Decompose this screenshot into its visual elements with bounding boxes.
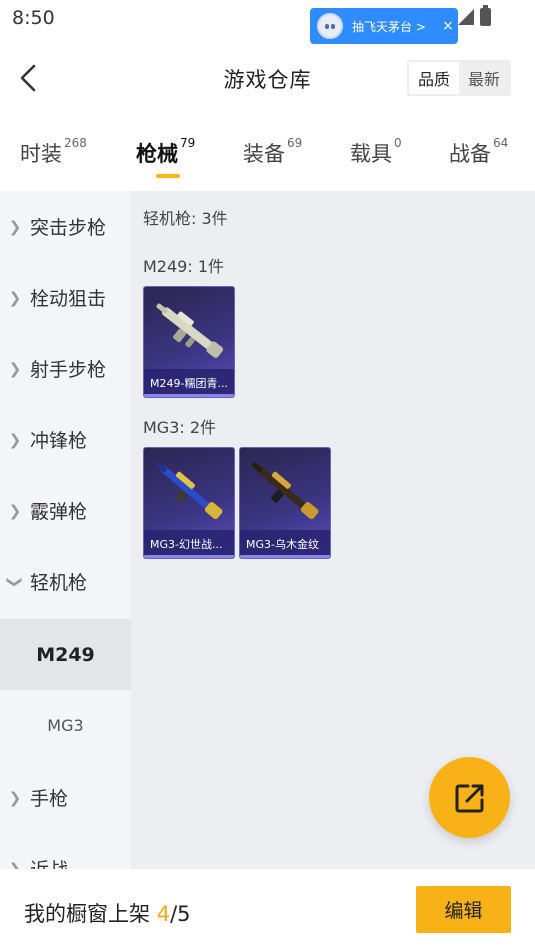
showcase-status: 我的橱窗上架 4/5 bbox=[24, 898, 191, 928]
chevron-right-icon: ❯ bbox=[8, 501, 22, 520]
signal-icon bbox=[458, 9, 474, 25]
promo-text: 抽飞天茅台 > bbox=[352, 19, 426, 34]
sidebar-item-label: 近战 bbox=[30, 855, 68, 869]
promo-close-icon[interactable]: × bbox=[438, 18, 458, 34]
item-card-label: MG3-幻世战... bbox=[144, 530, 234, 558]
sort-latest-button[interactable]: 最新 bbox=[459, 62, 509, 94]
tab-vehicles[interactable]: 载具 0 bbox=[350, 136, 402, 168]
chevron-right-icon: ❯ bbox=[8, 288, 22, 307]
sidebar-item-lmg[interactable]: ❯ 轻机枪 bbox=[0, 546, 131, 617]
status-icons bbox=[458, 5, 491, 26]
header: 游戏仓库 品质 最新 bbox=[0, 50, 535, 106]
category-count-title: 轻机枪: 3件 bbox=[143, 209, 228, 228]
category-tabs: 时装 268 枪械 79 装备 69 载具 0 战备 64 bbox=[0, 128, 535, 180]
item-card[interactable]: M249-糯团青... bbox=[143, 286, 235, 398]
sidebar-item-pistol[interactable]: ❯ 手枪 bbox=[0, 762, 131, 833]
tab-count: 79 bbox=[180, 136, 196, 150]
sidebar-item-label: 突击步枪 bbox=[30, 217, 107, 239]
sidebar-item-label: 霰弹枪 bbox=[30, 501, 88, 523]
gun-skin-image bbox=[155, 462, 223, 520]
item-card[interactable]: MG3-乌木金纹 bbox=[239, 447, 331, 559]
battery-icon bbox=[480, 5, 491, 26]
promo-banner[interactable]: 抽飞天茅台 > × bbox=[310, 8, 458, 44]
tab-count: 64 bbox=[493, 136, 509, 150]
sidebar-item-marksman-rifle[interactable]: ❯ 射手步枪 bbox=[0, 333, 131, 404]
tab-label: 时装 bbox=[20, 142, 62, 166]
share-icon bbox=[455, 784, 483, 812]
bottom-bar: 我的橱窗上架 4/5 编辑 bbox=[0, 869, 535, 951]
status-bar: 8:50 抽飞天茅台 > × bbox=[0, 0, 535, 44]
chevron-right-icon: ❯ bbox=[8, 859, 22, 870]
tab-fashion[interactable]: 时装 268 bbox=[20, 136, 87, 168]
tab-count: 0 bbox=[394, 136, 402, 150]
sidebar-item-label: 冲锋枪 bbox=[30, 430, 88, 452]
item-card[interactable]: MG3-幻世战... bbox=[143, 447, 235, 559]
sidebar-item-label: 射手步枪 bbox=[30, 359, 107, 381]
sidebar-item-bolt-sniper[interactable]: ❯ 栓动狙击 bbox=[0, 262, 131, 333]
sidebar-item-melee[interactable]: ❯ 近战 bbox=[0, 833, 131, 869]
card-rarity-bar bbox=[144, 394, 234, 397]
showcase-current-count: 4 bbox=[156, 902, 171, 926]
chevron-right-icon: ❯ bbox=[8, 788, 22, 807]
sidebar: ❯ 突击步枪 ❯ 栓动狙击 ❯ 射手步枪 ❯ 冲锋枪 ❯ 霰弹枪 ❯ 轻机枪 M… bbox=[0, 191, 131, 869]
tab-supplies[interactable]: 战备 64 bbox=[449, 136, 509, 168]
sidebar-subitem-m249[interactable]: M249 bbox=[0, 619, 131, 690]
chevron-down-icon: ❯ bbox=[6, 575, 24, 588]
sidebar-item-assault-rifle[interactable]: ❯ 突击步枪 bbox=[0, 191, 131, 262]
chevron-right-icon: ❯ bbox=[8, 359, 22, 378]
sidebar-subitem-mg3[interactable]: MG3 bbox=[0, 690, 131, 761]
tab-equipment[interactable]: 装备 69 bbox=[243, 136, 303, 168]
gun-skin-image bbox=[251, 462, 319, 520]
sidebar-item-smg[interactable]: ❯ 冲锋枪 bbox=[0, 404, 131, 475]
group-title-mg3: MG3: 2件 bbox=[143, 418, 217, 437]
item-card-label: MG3-乌木金纹 bbox=[240, 530, 330, 558]
tab-label: 战备 bbox=[449, 142, 491, 166]
sort-quality-button[interactable]: 品质 bbox=[409, 62, 459, 94]
status-time: 8:50 bbox=[12, 7, 55, 29]
card-rarity-bar bbox=[144, 555, 234, 558]
active-tab-indicator bbox=[156, 174, 180, 178]
edit-button[interactable]: 编辑 bbox=[416, 886, 511, 933]
tab-guns[interactable]: 枪械 79 bbox=[136, 136, 196, 168]
sidebar-item-label: 手枪 bbox=[30, 788, 69, 810]
tab-count: 69 bbox=[287, 136, 303, 150]
promo-avatar-icon bbox=[310, 8, 350, 44]
tab-count: 268 bbox=[64, 136, 87, 150]
sidebar-item-label: 栓动狙击 bbox=[30, 288, 107, 310]
item-card-label: M249-糯团青... bbox=[144, 369, 234, 397]
share-button[interactable] bbox=[429, 757, 510, 838]
chevron-right-icon: ❯ bbox=[8, 217, 22, 236]
tab-label: 装备 bbox=[243, 142, 285, 166]
sidebar-item-shotgun[interactable]: ❯ 霰弹枪 bbox=[0, 475, 131, 546]
showcase-prefix: 我的橱窗上架 bbox=[24, 902, 150, 926]
tab-label: 载具 bbox=[350, 142, 392, 166]
sort-toggle: 品质 最新 bbox=[407, 60, 511, 96]
showcase-total-count: 5 bbox=[177, 902, 191, 926]
gun-skin-image bbox=[156, 303, 224, 358]
tab-label: 枪械 bbox=[136, 142, 178, 166]
sidebar-item-label: 轻机枪 bbox=[30, 572, 88, 594]
card-rarity-bar bbox=[240, 555, 330, 558]
chevron-right-icon: ❯ bbox=[8, 430, 22, 449]
group-title-m249: M249: 1件 bbox=[143, 257, 225, 276]
